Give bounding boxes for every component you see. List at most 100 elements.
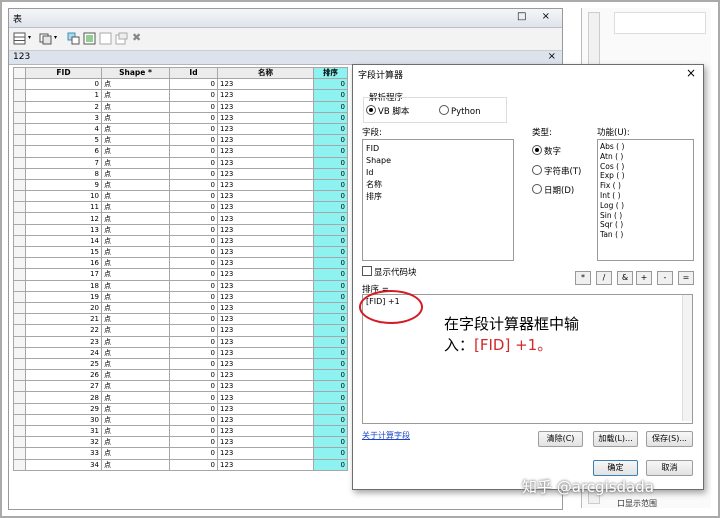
cell-sort[interactable]: 0 xyxy=(313,89,348,102)
cell-fid[interactable]: 12 xyxy=(25,212,102,225)
cell-name[interactable]: 123 xyxy=(217,380,314,393)
table-row[interactable]: 3 点 0 123 0 xyxy=(13,111,348,124)
list-item[interactable]: Fix ( ) xyxy=(598,181,693,191)
cell-sort[interactable]: 0 xyxy=(313,268,348,281)
table-row[interactable]: 31 点 0 123 0 xyxy=(13,424,348,438)
cell-shape[interactable]: 点 xyxy=(101,257,170,270)
cell-name[interactable]: 123 xyxy=(217,313,314,326)
functions-list[interactable]: Abs ( ) Atn ( ) Cos ( ) Exp ( ) Fix ( ) … xyxy=(597,139,694,261)
cell-shape[interactable]: 点 xyxy=(101,145,170,158)
cell-id[interactable]: 0 xyxy=(169,402,218,415)
cell-name[interactable]: 123 xyxy=(217,111,314,124)
cell-id[interactable]: 0 xyxy=(169,268,218,281)
list-item[interactable]: Cos ( ) xyxy=(598,162,693,172)
cell-sort[interactable]: 0 xyxy=(313,301,348,315)
clear-selection-icon[interactable] xyxy=(99,32,112,45)
parser-option-python[interactable]: Python xyxy=(439,105,480,117)
cell-shape[interactable]: 点 xyxy=(101,134,170,147)
cell-name[interactable]: 123 xyxy=(217,335,314,348)
table-row[interactable]: 2 点 0 123 0 xyxy=(13,100,348,113)
switch-selection-icon[interactable] xyxy=(83,32,96,45)
window-controls[interactable]: □ × xyxy=(517,11,556,22)
table-row[interactable]: 19 点 0 123 0 xyxy=(13,290,348,303)
cell-shape[interactable]: 点 xyxy=(101,167,170,180)
list-item[interactable]: Id xyxy=(363,167,513,179)
cell-sort[interactable]: 0 xyxy=(313,245,348,259)
cell-shape[interactable]: 点 xyxy=(101,78,170,91)
cell-name[interactable]: 123 xyxy=(217,290,314,303)
cell-id[interactable]: 0 xyxy=(169,335,218,348)
cell-sort[interactable]: 0 xyxy=(313,391,348,404)
cell-id[interactable]: 0 xyxy=(169,458,218,471)
table-row[interactable]: 33 点 0 123 0 xyxy=(13,447,348,460)
cell-id[interactable]: 0 xyxy=(169,257,218,270)
cell-id[interactable]: 0 xyxy=(169,301,218,315)
table-row[interactable]: 23 点 0 123 0 xyxy=(13,335,348,348)
cell-sort[interactable]: 0 xyxy=(313,413,348,427)
cell-id[interactable]: 0 xyxy=(169,391,218,404)
cell-name[interactable]: 123 xyxy=(217,369,314,382)
cell-fid[interactable]: 13 xyxy=(25,223,102,236)
table-row[interactable]: 14 点 0 123 0 xyxy=(13,234,348,248)
column-header-id[interactable]: Id xyxy=(169,66,218,80)
row-selector[interactable] xyxy=(13,178,26,192)
cell-sort[interactable]: 0 xyxy=(313,234,348,248)
list-item[interactable]: Sqr ( ) xyxy=(598,220,693,230)
cell-fid[interactable]: 25 xyxy=(25,357,102,371)
cell-name[interactable]: 123 xyxy=(217,402,314,415)
table-row[interactable]: 28 点 0 123 0 xyxy=(13,391,348,404)
row-selector[interactable] xyxy=(13,145,26,158)
cell-sort[interactable]: 0 xyxy=(313,447,348,460)
cell-sort[interactable]: 0 xyxy=(313,167,348,180)
column-header-sort[interactable]: 排序 xyxy=(313,66,348,80)
cell-name[interactable]: 123 xyxy=(217,201,314,214)
cell-id[interactable]: 0 xyxy=(169,89,218,102)
column-header-fid[interactable]: FID xyxy=(25,66,102,80)
cell-fid[interactable]: 2 xyxy=(25,100,102,113)
row-selector[interactable] xyxy=(13,89,26,102)
row-selector[interactable] xyxy=(13,391,26,404)
cell-id[interactable]: 0 xyxy=(169,369,218,382)
row-selector[interactable] xyxy=(13,78,26,91)
cell-id[interactable]: 0 xyxy=(169,290,218,303)
row-selector[interactable] xyxy=(13,223,26,236)
cell-id[interactable]: 0 xyxy=(169,413,218,427)
cell-name[interactable]: 123 xyxy=(217,190,314,203)
cell-name[interactable]: 123 xyxy=(217,357,314,371)
cell-shape[interactable]: 点 xyxy=(101,190,170,203)
cell-id[interactable]: 0 xyxy=(169,178,218,192)
cell-name[interactable]: 123 xyxy=(217,324,314,337)
row-selector[interactable] xyxy=(13,290,26,303)
cell-shape[interactable]: 点 xyxy=(101,391,170,404)
table-row[interactable]: 27 点 0 123 0 xyxy=(13,380,348,393)
list-item[interactable]: Atn ( ) xyxy=(598,152,693,162)
table-row[interactable]: 17 点 0 123 0 xyxy=(13,268,348,281)
cell-id[interactable]: 0 xyxy=(169,167,218,180)
cell-fid[interactable]: 5 xyxy=(25,134,102,147)
cell-sort[interactable]: 0 xyxy=(313,111,348,124)
cell-fid[interactable]: 11 xyxy=(25,201,102,214)
cell-id[interactable]: 0 xyxy=(169,111,218,124)
cell-shape[interactable]: 点 xyxy=(101,402,170,415)
cell-id[interactable]: 0 xyxy=(169,424,218,438)
cell-sort[interactable]: 0 xyxy=(313,436,348,449)
cell-id[interactable]: 0 xyxy=(169,100,218,113)
cell-name[interactable]: 123 xyxy=(217,134,314,147)
related-tables-icon[interactable] xyxy=(39,32,52,45)
table-row[interactable]: 6 点 0 123 0 xyxy=(13,145,348,158)
cell-id[interactable]: 0 xyxy=(169,212,218,225)
cell-sort[interactable]: 0 xyxy=(313,178,348,192)
table-row[interactable]: 4 点 0 123 0 xyxy=(13,122,348,136)
select-by-attributes-icon[interactable] xyxy=(67,32,80,45)
cell-sort[interactable]: 0 xyxy=(313,257,348,270)
cell-id[interactable]: 0 xyxy=(169,380,218,393)
parser-option-vb[interactable]: VB 脚本 xyxy=(366,105,409,117)
operator-minus-button[interactable]: - xyxy=(657,271,673,285)
column-header-name[interactable]: 名称 xyxy=(217,66,314,80)
type-option-number[interactable]: 数字 xyxy=(532,145,561,157)
cell-fid[interactable]: 22 xyxy=(25,324,102,337)
cell-name[interactable]: 123 xyxy=(217,89,314,102)
cell-fid[interactable]: 23 xyxy=(25,335,102,348)
row-selector[interactable] xyxy=(13,201,26,214)
table-row[interactable]: 11 点 0 123 0 xyxy=(13,201,348,214)
